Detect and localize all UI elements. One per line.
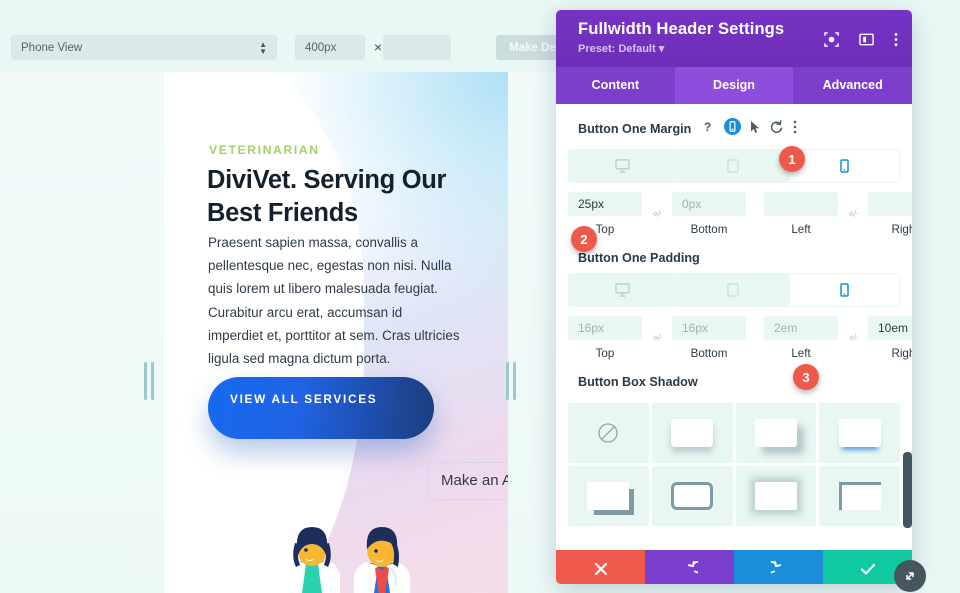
settings-panel-header: Fullwidth Header Settings Preset: Defaul…: [556, 10, 912, 67]
box-shadow-option-outline-thick[interactable]: [651, 466, 733, 526]
preview-button-one-label: VIEW ALL SERVICES: [230, 392, 378, 406]
link-values-icon[interactable]: ⋄/⋅: [642, 209, 672, 220]
margin-left-field[interactable]: Left: [764, 192, 838, 236]
link-values-icon[interactable]: ⋄/⋅: [838, 209, 868, 220]
panel-header-actions: [824, 32, 898, 52]
box-shadow-option-soft-bottom[interactable]: [651, 403, 733, 463]
margin-device-phone[interactable]: [788, 149, 900, 183]
button-box-shadow-title: Button Box Shadow: [578, 375, 698, 389]
margin-device-tablet[interactable]: [678, 149, 789, 183]
redo-button[interactable]: [734, 550, 823, 584]
margin-top-value: 25px: [568, 192, 642, 216]
undo-button[interactable]: [645, 550, 734, 584]
padding-left-field[interactable]: 2em Left: [764, 316, 838, 360]
box-shadow-option-inner-glow[interactable]: [735, 466, 817, 526]
button-one-padding-title: Button One Padding: [578, 251, 700, 265]
padding-top-field[interactable]: 16px Top: [568, 316, 642, 360]
padding-right-value: 10em: [868, 316, 912, 340]
preview-width-value: 400px: [305, 41, 337, 54]
box-shadow-option-blue-underline[interactable]: [819, 403, 900, 463]
tab-design[interactable]: Design: [674, 67, 794, 104]
chevron-down-icon: ▾: [658, 43, 665, 55]
padding-bottom-field[interactable]: 16px Bottom: [672, 316, 746, 360]
padding-top-value: 16px: [568, 316, 642, 340]
preview-button-two-label: Make an Appointment: [441, 472, 508, 489]
box-shadow-option-offset-bottom-right[interactable]: [735, 403, 817, 463]
padding-bottom-caption: Bottom: [690, 347, 728, 360]
doctors-illustration: [284, 527, 410, 593]
margin-fields: 25px Top ⋄/⋅ 0px Bottom Left ⋄/⋅ Rig: [568, 192, 912, 236]
tab-advanced[interactable]: Advanced: [793, 67, 912, 104]
margin-bottom-field[interactable]: 0px Bottom: [672, 192, 746, 236]
margin-device-tabs: [568, 149, 900, 183]
annotation-badge-3: 3: [793, 364, 819, 390]
panel-scrollbar[interactable]: [903, 452, 912, 528]
cancel-button[interactable]: [556, 550, 645, 584]
app-root: Phone View ▲ ▼ 400px × Make Default VETER…: [0, 0, 960, 593]
help-icon[interactable]: ?: [702, 120, 715, 139]
box-shadow-option-solid-corner[interactable]: [568, 466, 649, 526]
preview-paragraph: Praesent sapien massa, convallis a pelle…: [208, 235, 460, 367]
margin-bottom-value: 0px: [672, 192, 746, 216]
settings-panel: Fullwidth Header Settings Preset: Defaul…: [556, 10, 912, 584]
preview-button-two[interactable]: Make an Appointment: [428, 462, 508, 500]
padding-device-phone[interactable]: [788, 273, 900, 307]
reset-icon[interactable]: [770, 119, 784, 139]
button-one-margin-header: Button One Margin ?: [568, 104, 900, 149]
padding-right-field[interactable]: 10em Right: [868, 316, 912, 360]
tab-content[interactable]: Content: [556, 67, 675, 104]
annotation-badge-1: 1: [779, 146, 805, 172]
margin-left-value: [764, 192, 838, 216]
preview-button-one[interactable]: VIEW ALL SERVICES: [208, 377, 434, 439]
focus-icon[interactable]: [824, 32, 839, 52]
margin-left-caption: Left: [791, 223, 811, 236]
link-values-icon[interactable]: ⋄/⋅: [642, 333, 672, 344]
padding-left-caption: Left: [791, 347, 811, 360]
box-shadow-option-none[interactable]: [568, 403, 649, 463]
annotation-badge-2: 2: [571, 226, 597, 252]
margin-bottom-caption: Bottom: [690, 223, 728, 236]
view-mode-label: Phone View: [21, 41, 83, 54]
padding-fields: 16px Top ⋄/⋅ 16px Bottom 2em Left ⋄/⋅ 10…: [568, 316, 912, 360]
panel-preset-label: Preset: Default: [578, 43, 656, 55]
preview-width-input[interactable]: 400px: [295, 35, 365, 60]
padding-right-caption: Right: [891, 347, 912, 360]
panel-body: Button One Margin ? 25px Top ⋄/⋅ 0px Bot…: [556, 104, 912, 550]
padding-top-caption: Top: [595, 347, 615, 360]
panel-resize-handle[interactable]: [894, 560, 926, 592]
padding-left-value: 2em: [764, 316, 838, 340]
svg-text:?: ?: [704, 120, 711, 134]
responsive-phone-icon[interactable]: [724, 118, 742, 140]
preview-kicker: VETERINARIAN: [209, 143, 320, 157]
chevron-updown-icon: ▲ ▼: [259, 39, 267, 56]
layout-icon[interactable]: [859, 32, 874, 52]
view-mode-select[interactable]: Phone View ▲ ▼: [11, 35, 277, 60]
padding-device-tablet[interactable]: [678, 273, 789, 307]
margin-right-value: [868, 192, 912, 216]
more-vertical-icon[interactable]: [793, 120, 797, 139]
margin-right-caption: Right: [891, 223, 912, 236]
preview-headline: DiviVet. Serving Our Best Friends: [207, 166, 447, 227]
link-values-icon[interactable]: ⋄/⋅: [838, 333, 868, 344]
margin-device-desktop[interactable]: [568, 149, 679, 183]
box-shadow-option-top-left-border[interactable]: [819, 466, 900, 526]
padding-bottom-value: 16px: [672, 316, 746, 340]
padding-device-tabs: [568, 273, 900, 307]
button-one-margin-title: Button One Margin: [578, 122, 692, 136]
more-vertical-icon[interactable]: [894, 32, 898, 52]
padding-device-desktop[interactable]: [568, 273, 679, 307]
preview-canvas: VETERINARIAN DiviVet. Serving Our Best F…: [0, 72, 556, 593]
preview-resize-handle-right[interactable]: [505, 362, 517, 400]
hover-cursor-icon[interactable]: [750, 120, 761, 139]
panel-footer-actions: [556, 550, 912, 584]
box-shadow-options: [568, 403, 900, 526]
preview-height-input[interactable]: [383, 35, 451, 60]
preview-resize-handle-left[interactable]: [143, 362, 155, 400]
phone-preview-frame: VETERINARIAN DiviVet. Serving Our Best F…: [164, 72, 508, 593]
panel-tabs: Content Design Advanced: [556, 67, 912, 104]
margin-right-field[interactable]: Right: [868, 192, 912, 236]
